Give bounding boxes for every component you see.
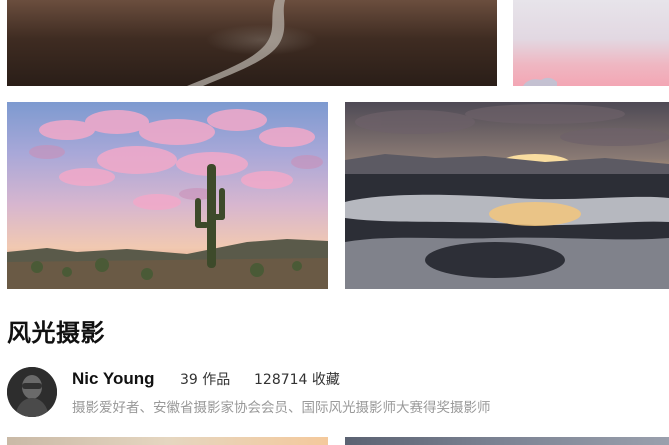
bottom-right-photo[interactable] bbox=[345, 437, 669, 445]
works-count: 39 作品 bbox=[180, 372, 231, 388]
pink-sky-photo[interactable] bbox=[513, 0, 669, 86]
favorites-count: 128714 收藏 bbox=[254, 372, 340, 388]
lake-scene-graphic bbox=[345, 104, 669, 289]
avatar-portrait-graphic bbox=[7, 367, 57, 417]
saguaro-cactus-sunset-photo[interactable] bbox=[7, 102, 328, 289]
sunset-reflection-lake-photo[interactable] bbox=[345, 102, 669, 289]
distant-clouds-graphic bbox=[523, 77, 557, 86]
author-avatar[interactable] bbox=[7, 367, 57, 417]
author-bio: 摄影爱好者、安徽省摄影家协会会员、国际风光摄影师大赛得奖摄影师 bbox=[72, 400, 491, 416]
bottom-left-photo[interactable] bbox=[7, 437, 328, 445]
author-name[interactable]: Nic Young bbox=[72, 368, 155, 390]
dark-river-valley-photo[interactable] bbox=[7, 0, 497, 86]
section-title: 风光摄影 bbox=[7, 319, 105, 347]
river-stream-graphic bbox=[187, 0, 285, 86]
cactus-scene-graphic bbox=[7, 109, 328, 289]
